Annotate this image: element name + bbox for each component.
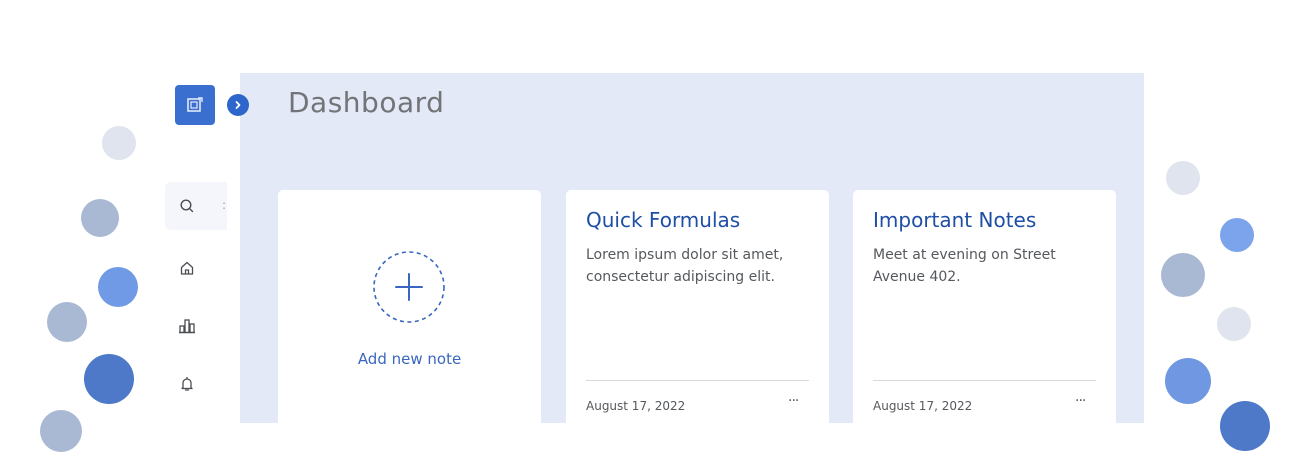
- note-card[interactable]: Quick Formulas Lorem ipsum dolor sit ame…: [566, 190, 829, 430]
- divider: [586, 380, 809, 381]
- note-body: Lorem ipsum dolor sit amet, consectetur …: [586, 247, 784, 285]
- decorative-dot: [84, 354, 134, 404]
- decorative-dot: [1161, 253, 1205, 297]
- add-note-button[interactable]: [372, 250, 446, 324]
- decorative-dot: [1165, 358, 1211, 404]
- bar-chart-icon: [179, 319, 195, 334]
- sidebar-item-notifications[interactable]: [176, 373, 198, 395]
- decorative-dot: [40, 410, 82, 452]
- home-icon: [180, 261, 194, 275]
- decorative-dot: [1220, 218, 1254, 252]
- sidebar-item-home[interactable]: [176, 257, 198, 279]
- note-date: August 17, 2022: [586, 399, 686, 413]
- decorative-dot: [47, 302, 87, 342]
- note-logo-icon: [187, 97, 203, 112]
- chevron-right-icon: [235, 101, 241, 109]
- note-title: Important Notes: [873, 208, 1037, 232]
- note-date: August 17, 2022: [873, 399, 973, 413]
- note-card[interactable]: Important Notes Meet at evening on Stree…: [853, 190, 1116, 430]
- decorative-dot: [102, 126, 136, 160]
- decorative-dot: [98, 267, 138, 307]
- sidebar-search-button[interactable]: [176, 195, 198, 217]
- add-note-card[interactable]: Add new note: [278, 190, 541, 430]
- bell-icon: [181, 376, 193, 391]
- note-body: Meet at evening on Street Avenue 402.: [873, 247, 1056, 285]
- add-note-label[interactable]: Add new note: [278, 350, 541, 368]
- app-logo[interactable]: [175, 85, 215, 125]
- more-options-button[interactable]: ···: [788, 393, 799, 409]
- decorative-dot: [1217, 307, 1251, 341]
- plus-icon: [373, 251, 445, 323]
- decorative-dot: [1220, 401, 1270, 451]
- sidebar-truncated-label: :: [222, 198, 227, 212]
- decorative-dot: [81, 199, 119, 237]
- search-icon: [180, 199, 194, 213]
- more-options-button[interactable]: ···: [1075, 393, 1086, 409]
- note-title: Quick Formulas: [586, 208, 741, 232]
- decorative-dot: [1166, 161, 1200, 195]
- sidebar-item-analytics[interactable]: [176, 315, 198, 337]
- divider: [873, 380, 1096, 381]
- sidebar-toggle-button[interactable]: [227, 94, 249, 116]
- page-title: Dashboard: [288, 86, 445, 119]
